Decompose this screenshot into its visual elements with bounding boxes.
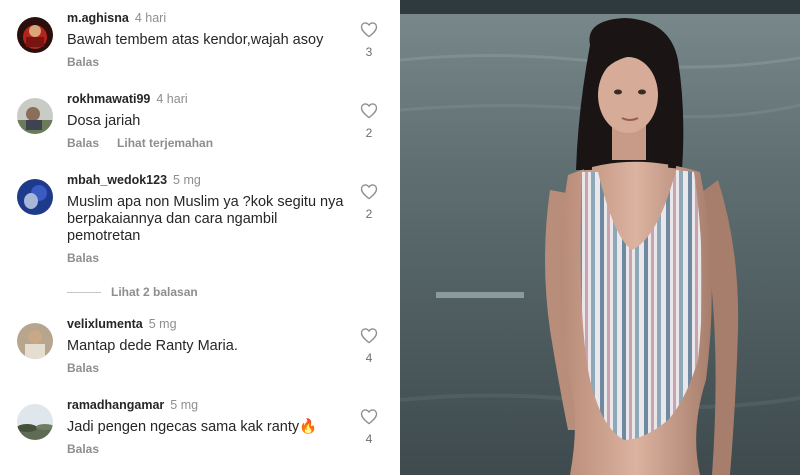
avatar[interactable] [17, 404, 53, 440]
comment-text: Muslim apa non Muslim ya ?kok segitu nya… [67, 194, 344, 244]
view-replies-label: Lihat 2 balasan [111, 285, 198, 299]
comment-meta: ramadhangamar 5 mg [67, 398, 198, 412]
comment-username[interactable]: rokhmawati99 [67, 92, 150, 106]
like-count: 3 [365, 45, 373, 59]
comment-meta: m.aghisna 4 hari [67, 11, 166, 25]
comment-meta: rokhmawati99 4 hari [67, 92, 188, 106]
reply-button[interactable]: Balas [67, 442, 99, 456]
comment-username[interactable]: velixlumenta [67, 317, 143, 331]
like-button[interactable]: 2 [357, 183, 381, 221]
see-translation-link[interactable]: Lihat terjemahan [117, 136, 213, 150]
heart-outline-icon [360, 409, 378, 425]
heart-outline-icon [360, 184, 378, 200]
reply-button[interactable]: Balas [67, 251, 99, 265]
comment-actions: Balas [67, 251, 99, 265]
comment-username[interactable]: ramadhangamar [67, 398, 164, 412]
comment-username[interactable]: mbah_wedok123 [67, 173, 167, 187]
comment-text: Bawah tembem atas kendor,wajah asoy [67, 32, 324, 48]
comment-meta: velixlumenta 5 mg [67, 317, 177, 331]
comment-username[interactable]: m.aghisna [67, 11, 129, 25]
avatar[interactable] [17, 17, 53, 53]
heart-outline-icon [360, 103, 378, 119]
like-count: 2 [365, 126, 373, 140]
like-count: 2 [365, 207, 373, 221]
post-photo [400, 0, 800, 475]
like-button[interactable]: 2 [357, 102, 381, 140]
comment-time: 5 mg [173, 173, 201, 187]
replies-divider [67, 291, 101, 293]
comment-time: 5 mg [148, 317, 177, 331]
comment-actions: Balas [67, 442, 99, 456]
like-count: 4 [365, 432, 373, 446]
comment-text: Dosa jariah [67, 113, 141, 129]
like-count: 4 [365, 351, 373, 365]
avatar[interactable] [17, 179, 53, 215]
reply-button[interactable]: Balas [67, 55, 99, 69]
comment-meta: mbah_wedok123 5 mg [67, 173, 201, 187]
comment-time: 4 hari [134, 11, 167, 25]
like-button[interactable]: 4 [357, 327, 381, 365]
comment-actions: Balas [67, 55, 99, 69]
heart-outline-icon [360, 22, 378, 38]
heart-outline-icon [360, 328, 378, 344]
reply-button[interactable]: Balas [67, 136, 99, 150]
comment-time: 4 hari [156, 92, 188, 106]
avatar[interactable] [17, 98, 53, 134]
view-replies-button[interactable]: Lihat 2 balasan [67, 285, 198, 299]
comment-actions: Balas [67, 361, 99, 375]
avatar[interactable] [17, 323, 53, 359]
comment-actions: Balas Lihat terjemahan [67, 136, 213, 150]
like-button[interactable]: 3 [357, 21, 381, 59]
comment-text: Mantap dede Ranty Maria. [67, 338, 238, 354]
comments-panel: m.aghisna 4 hari Bawah tembem atas kendor… [0, 0, 400, 475]
comment-text: Jadi pengen ngecas sama kak ranty🔥 [67, 419, 318, 435]
comment-time: 5 mg [170, 398, 199, 412]
reply-button[interactable]: Balas [67, 361, 99, 375]
like-button[interactable]: 4 [357, 408, 381, 446]
